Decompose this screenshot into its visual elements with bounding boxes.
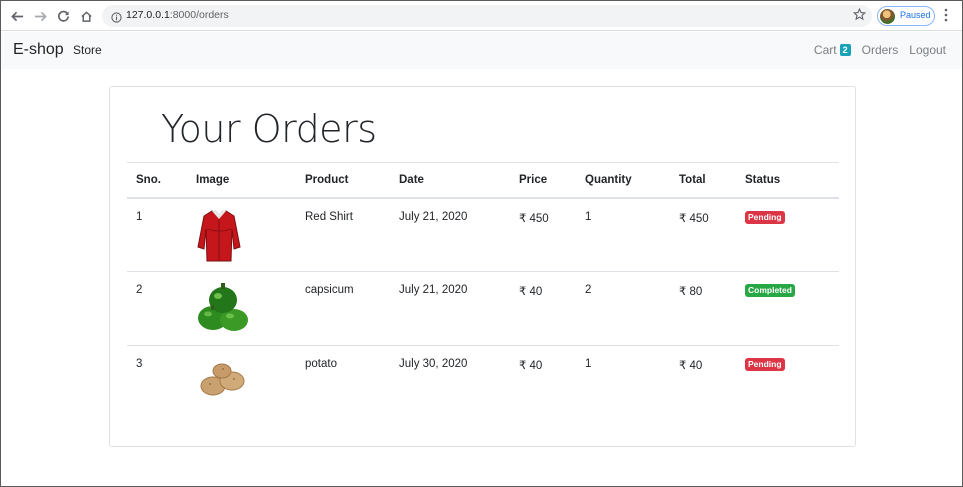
profile-button[interactable]: Paused [877,6,935,26]
address-bar[interactable]: 127.0.0.1:8000/orders [102,5,872,27]
store-link[interactable]: Store [73,43,102,57]
cell-price: ₹ 450 [519,212,549,225]
avatar [880,9,895,24]
header-total: Total [679,173,706,186]
reload-icon[interactable] [54,7,72,25]
page-title: Your Orders [161,107,377,151]
orders-table: Sno. Image Product Date Price Quantity T… [127,162,839,420]
capsicum-image [198,283,248,331]
navbar-right: Cart 2 Orders Logout [803,43,946,57]
cell-total: ₹ 450 [679,212,709,225]
cell-quantity: 1 [585,358,592,370]
url-path: :8000/orders [169,9,229,21]
header-product: Product [305,173,349,186]
cell-price: ₹ 40 [519,286,543,298]
orders-link[interactable]: Orders [862,43,899,57]
cell-sno: 2 [136,284,143,296]
table-row: 1 Red Shirt July 21, 2020 ₹ 450 1 ₹ 450 [127,198,839,272]
header-image: Image [196,173,230,186]
cart-link[interactable]: Cart 2 [814,43,851,57]
cell-total: ₹ 40 [679,360,703,372]
url-text: 127.0.0.1:8000/orders [126,9,229,21]
cell-image [187,198,296,272]
url-host: 127.0.0.1 [126,9,170,21]
cell-product: capsicum [305,284,354,296]
header-status: Status [745,173,781,186]
red-shirt-image [197,209,241,261]
cell-quantity: 1 [585,210,592,223]
browser-toolbar: 127.0.0.1:8000/orders Paused [1,1,962,31]
cell-quantity: 2 [585,284,592,296]
info-icon[interactable] [111,10,122,28]
header-date: Date [399,173,424,186]
cell-image [187,272,296,346]
home-icon[interactable] [77,7,95,25]
cell-status: Pending [736,346,839,420]
cart-count-badge: 2 [839,44,851,56]
site-navbar: E-shop Store Cart 2 Orders Logout [1,32,962,69]
status-badge: Completed [745,284,795,297]
potato-image [200,363,245,396]
cart-label: Cart [813,43,837,57]
cell-date: July 21, 2020 [399,284,468,296]
cell-status: Pending [736,198,839,272]
header-sno: Sno. [136,173,161,186]
back-arrow-icon[interactable] [8,7,26,25]
browser-window: 127.0.0.1:8000/orders Paused E-shop Stor… [0,0,963,487]
cell-product: Red Shirt [305,210,353,223]
header-price: Price [519,173,548,186]
cell-product: potato [305,358,337,370]
cell-date: July 30, 2020 [399,358,468,370]
brand-link[interactable]: E-shop [13,41,64,59]
table-row: 2 capsicum July 21, 2020 ₹ 40 2 ₹ 80 Com… [127,272,839,346]
table-row: 3 potato July 30, 2020 ₹ 40 1 ₹ 40 Pendi… [127,346,839,420]
cell-total: ₹ 80 [679,286,703,298]
kebab-menu-icon[interactable] [943,8,949,27]
logout-link[interactable]: Logout [909,43,946,57]
bookmark-star-icon[interactable] [852,7,867,26]
cell-date: July 21, 2020 [399,210,468,223]
status-badge: Pending [745,358,785,371]
profile-status-label: Paused [900,10,931,20]
table-header-row: Sno. Image Product Date Price Quantity T… [127,162,839,198]
orders-card: Your Orders Sno. Image Product Date Pric… [109,86,856,447]
cell-status: Completed [736,272,839,346]
cell-price: ₹ 40 [519,360,543,372]
header-quantity: Quantity [585,173,632,186]
cell-sno: 3 [136,358,143,370]
forward-arrow-icon[interactable] [31,7,49,25]
status-badge: Pending [745,210,785,224]
cell-image [187,346,296,420]
cell-sno: 1 [136,210,143,223]
